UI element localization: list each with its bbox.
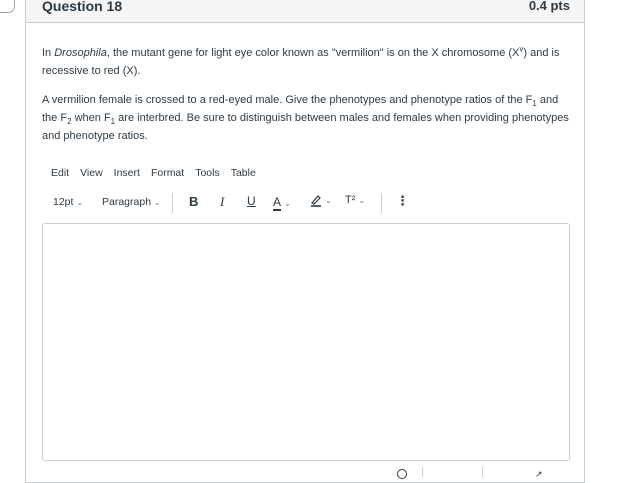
statusbar-divider — [422, 467, 423, 477]
chevron-down-icon: ⌄ — [325, 196, 332, 206]
block-format-select[interactable]: Paragraph ⌄ — [102, 196, 161, 208]
chevron-down-icon: ⌄ — [76, 198, 84, 207]
menu-insert[interactable]: Insert — [114, 167, 140, 179]
highlight-color-button[interactable]: ⌄ — [310, 194, 332, 207]
question-title: Question 18 — [42, 0, 123, 14]
chevron-down-icon: ⌄ — [284, 199, 291, 208]
toolbar-divider — [381, 193, 382, 213]
statusbar-divider — [482, 467, 483, 477]
superscript-button[interactable]: T² ⌄ — [345, 194, 365, 206]
menu-view[interactable]: View — [80, 167, 103, 179]
question-card: Question 18 0.4 pts In Drosophila, the m… — [25, 0, 585, 483]
menu-table[interactable]: Table — [231, 167, 256, 179]
editor-statusbar: ↗ — [42, 467, 570, 479]
chevron-down-icon: ⌄ — [358, 196, 366, 205]
question-paragraph-2: A vermilion female is crossed to a red-e… — [42, 94, 569, 142]
chevron-down-icon: ⌄ — [154, 198, 161, 207]
question-flag-icon[interactable] — [0, 0, 15, 13]
highlighter-icon — [311, 195, 321, 207]
toolbar-divider — [172, 193, 173, 213]
question-header: Question 18 0.4 pts — [26, 0, 584, 23]
italic-button[interactable]: I — [220, 194, 224, 210]
question-paragraph-1: In Drosophila, the mutant gene for light… — [42, 44, 560, 77]
bold-button[interactable]: B — [189, 194, 198, 209]
font-size-select[interactable]: 12pt ⌄ — [53, 196, 83, 208]
editor-toolbar: 12pt ⌄ Paragraph ⌄ B I U A ⌄ ⌄ T² ⌄ ⋮ — [51, 193, 571, 213]
question-points: 0.4 pts — [528, 0, 570, 13]
text-color-button[interactable]: A ⌄ — [273, 195, 291, 211]
underline-button[interactable]: U — [247, 194, 256, 208]
menu-format[interactable]: Format — [151, 167, 184, 179]
editor-menubar: Edit View Insert Format Tools Table — [51, 167, 267, 179]
more-options-button[interactable]: ⋮ — [396, 193, 409, 209]
accessibility-checker-icon[interactable] — [397, 469, 407, 479]
menu-tools[interactable]: Tools — [195, 167, 220, 179]
answer-editor[interactable] — [42, 223, 570, 461]
fullscreen-icon[interactable]: ↗ — [535, 469, 543, 480]
menu-edit[interactable]: Edit — [51, 167, 69, 179]
